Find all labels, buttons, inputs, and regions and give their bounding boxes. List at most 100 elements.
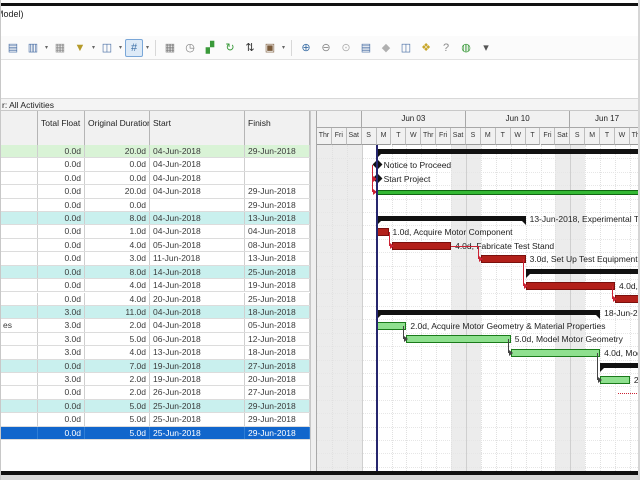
- cell[interactable]: 0.0d: [38, 145, 85, 157]
- cell[interactable]: 27-Jun-2018: [245, 360, 310, 372]
- cell[interactable]: 0.0d: [38, 252, 85, 264]
- cell[interactable]: 1.0d: [85, 225, 150, 237]
- cell[interactable]: 0.0d: [38, 185, 85, 197]
- columns-icon-caret[interactable]: ▾: [43, 44, 50, 51]
- fit-columns-icon[interactable]: ▦: [51, 39, 69, 57]
- cell[interactable]: 0.0d: [38, 266, 85, 278]
- cell[interactable]: 0.0d: [38, 225, 85, 237]
- cell[interactable]: 0.0d: [85, 172, 150, 184]
- cell[interactable]: 0.0d: [85, 199, 150, 211]
- cell[interactable]: 0.0d: [38, 386, 85, 398]
- cell[interactable]: 12-Jun-2018: [245, 333, 310, 345]
- cell[interactable]: [150, 199, 245, 211]
- zoom-out-icon[interactable]: ⊖: [317, 39, 335, 57]
- cell[interactable]: [0, 266, 38, 278]
- number-icon[interactable]: #: [125, 39, 143, 57]
- cell[interactable]: 20-Jun-2018: [245, 373, 310, 385]
- schedule-icon[interactable]: ↻: [221, 39, 239, 57]
- cell[interactable]: 4.0d: [85, 346, 150, 358]
- cell[interactable]: 0.0d: [38, 199, 85, 211]
- table-row[interactable]: 0.0d4.0d14-Jun-201819-Jun-2018: [0, 279, 310, 292]
- cell[interactable]: 8.0d: [85, 212, 150, 224]
- cell[interactable]: 0.0d: [38, 212, 85, 224]
- group-sort-icon[interactable]: ◫: [98, 39, 116, 57]
- cell[interactable]: 13-Jun-2018: [245, 212, 310, 224]
- cell[interactable]: [0, 185, 38, 197]
- cell[interactable]: 5.0d: [85, 413, 150, 425]
- table-row[interactable]: 0.0d3.0d11-Jun-201813-Jun-2018: [0, 252, 310, 265]
- cell[interactable]: 4.0d: [85, 279, 150, 291]
- table-row[interactable]: 0.0d5.0d25-Jun-201829-Jun-2018: [0, 427, 310, 440]
- task-bar[interactable]: [600, 376, 630, 384]
- cell[interactable]: 05-Jun-2018: [150, 239, 245, 251]
- table-row[interactable]: 0.0d0.0d29-Jun-2018: [0, 199, 310, 212]
- cell[interactable]: 04-Jun-2018: [150, 145, 245, 157]
- cell[interactable]: 2.0d: [85, 373, 150, 385]
- table-row[interactable]: 0.0d5.0d25-Jun-201829-Jun-2018: [0, 400, 310, 413]
- cell[interactable]: 2.0d: [85, 386, 150, 398]
- cell[interactable]: 20-Jun-2018: [150, 293, 245, 305]
- column-header-finish[interactable]: Finish: [245, 111, 310, 145]
- cell[interactable]: 2.0d: [85, 319, 150, 331]
- cell[interactable]: 0.0d: [38, 293, 85, 305]
- cell[interactable]: 3.0d: [85, 252, 150, 264]
- table-row[interactable]: 0.0d8.0d04-Jun-201813-Jun-2018: [0, 212, 310, 225]
- cell[interactable]: [0, 427, 38, 439]
- critical-task-bar[interactable]: [615, 295, 638, 303]
- cell[interactable]: 06-Jun-2018: [150, 333, 245, 345]
- column-header-total-float[interactable]: Total Float: [38, 111, 85, 145]
- table-row[interactable]: 0.0d8.0d14-Jun-201825-Jun-2018: [0, 266, 310, 279]
- summary-bar[interactable]: [377, 310, 601, 315]
- cell[interactable]: 29-Jun-2018: [245, 413, 310, 425]
- cell[interactable]: 0.0d: [85, 158, 150, 170]
- cell[interactable]: 27-Jun-2018: [245, 386, 310, 398]
- cell[interactable]: 18-Jun-2018: [245, 306, 310, 318]
- cell[interactable]: [0, 386, 38, 398]
- table-row[interactable]: 0.0d5.0d25-Jun-201829-Jun-2018: [0, 413, 310, 426]
- report-icon-caret[interactable]: ▾: [280, 44, 287, 51]
- attachment-icon[interactable]: ◆: [377, 39, 395, 57]
- cell[interactable]: 04-Jun-2018: [150, 158, 245, 170]
- cell[interactable]: 11-Jun-2018: [150, 252, 245, 264]
- cell[interactable]: [0, 199, 38, 211]
- cell[interactable]: 4.0d: [85, 293, 150, 305]
- column-header-original-duration[interactable]: Original Duration: [85, 111, 150, 145]
- filter-icon[interactable]: ▼: [71, 39, 89, 57]
- cell[interactable]: 0.0d: [38, 239, 85, 251]
- summary-bar[interactable]: [377, 149, 638, 154]
- cell[interactable]: 25-Jun-2018: [245, 266, 310, 278]
- cell[interactable]: [0, 158, 38, 170]
- split-pane-icon[interactable]: ◫: [397, 39, 415, 57]
- cell[interactable]: es: [0, 319, 38, 331]
- number-icon-caret[interactable]: ▾: [144, 44, 151, 51]
- cell[interactable]: [0, 400, 38, 412]
- cell[interactable]: [0, 373, 38, 385]
- cell[interactable]: [0, 252, 38, 264]
- cell[interactable]: [0, 333, 38, 345]
- cell[interactable]: [245, 172, 310, 184]
- cell[interactable]: 5.0d: [85, 333, 150, 345]
- level-of-effort-bar[interactable]: [377, 190, 638, 195]
- table-row[interactable]: 0.0d0.0d04-Jun-2018: [0, 172, 310, 185]
- summary-bar[interactable]: [600, 363, 638, 368]
- cell[interactable]: [0, 239, 38, 251]
- zoom-fit-icon[interactable]: ⊙: [337, 39, 355, 57]
- cell[interactable]: 0.0d: [38, 427, 85, 439]
- gantt-timescale[interactable]: Jun 03Jun 10Jun 17ThrFriSatSMTWThrFriSat…: [317, 111, 638, 145]
- cell[interactable]: 26-Jun-2018: [150, 386, 245, 398]
- cell[interactable]: 08-Jun-2018: [245, 239, 310, 251]
- group-sort-icon-caret[interactable]: ▾: [117, 44, 124, 51]
- grid-icon[interactable]: ▦: [161, 39, 179, 57]
- cell[interactable]: 20.0d: [85, 185, 150, 197]
- cell[interactable]: 04-Jun-2018: [150, 172, 245, 184]
- cell[interactable]: [0, 279, 38, 291]
- table-row[interactable]: 0.0d0.0d04-Jun-2018: [0, 158, 310, 171]
- critical-task-bar[interactable]: [377, 228, 389, 236]
- cell[interactable]: 19-Jun-2018: [150, 360, 245, 372]
- trace-logic-icon[interactable]: ▞: [201, 39, 219, 57]
- task-bar[interactable]: [511, 349, 600, 357]
- cell[interactable]: [0, 346, 38, 358]
- cell[interactable]: 19-Jun-2018: [245, 279, 310, 291]
- cell[interactable]: 19-Jun-2018: [150, 373, 245, 385]
- cell[interactable]: 29-Jun-2018: [245, 427, 310, 439]
